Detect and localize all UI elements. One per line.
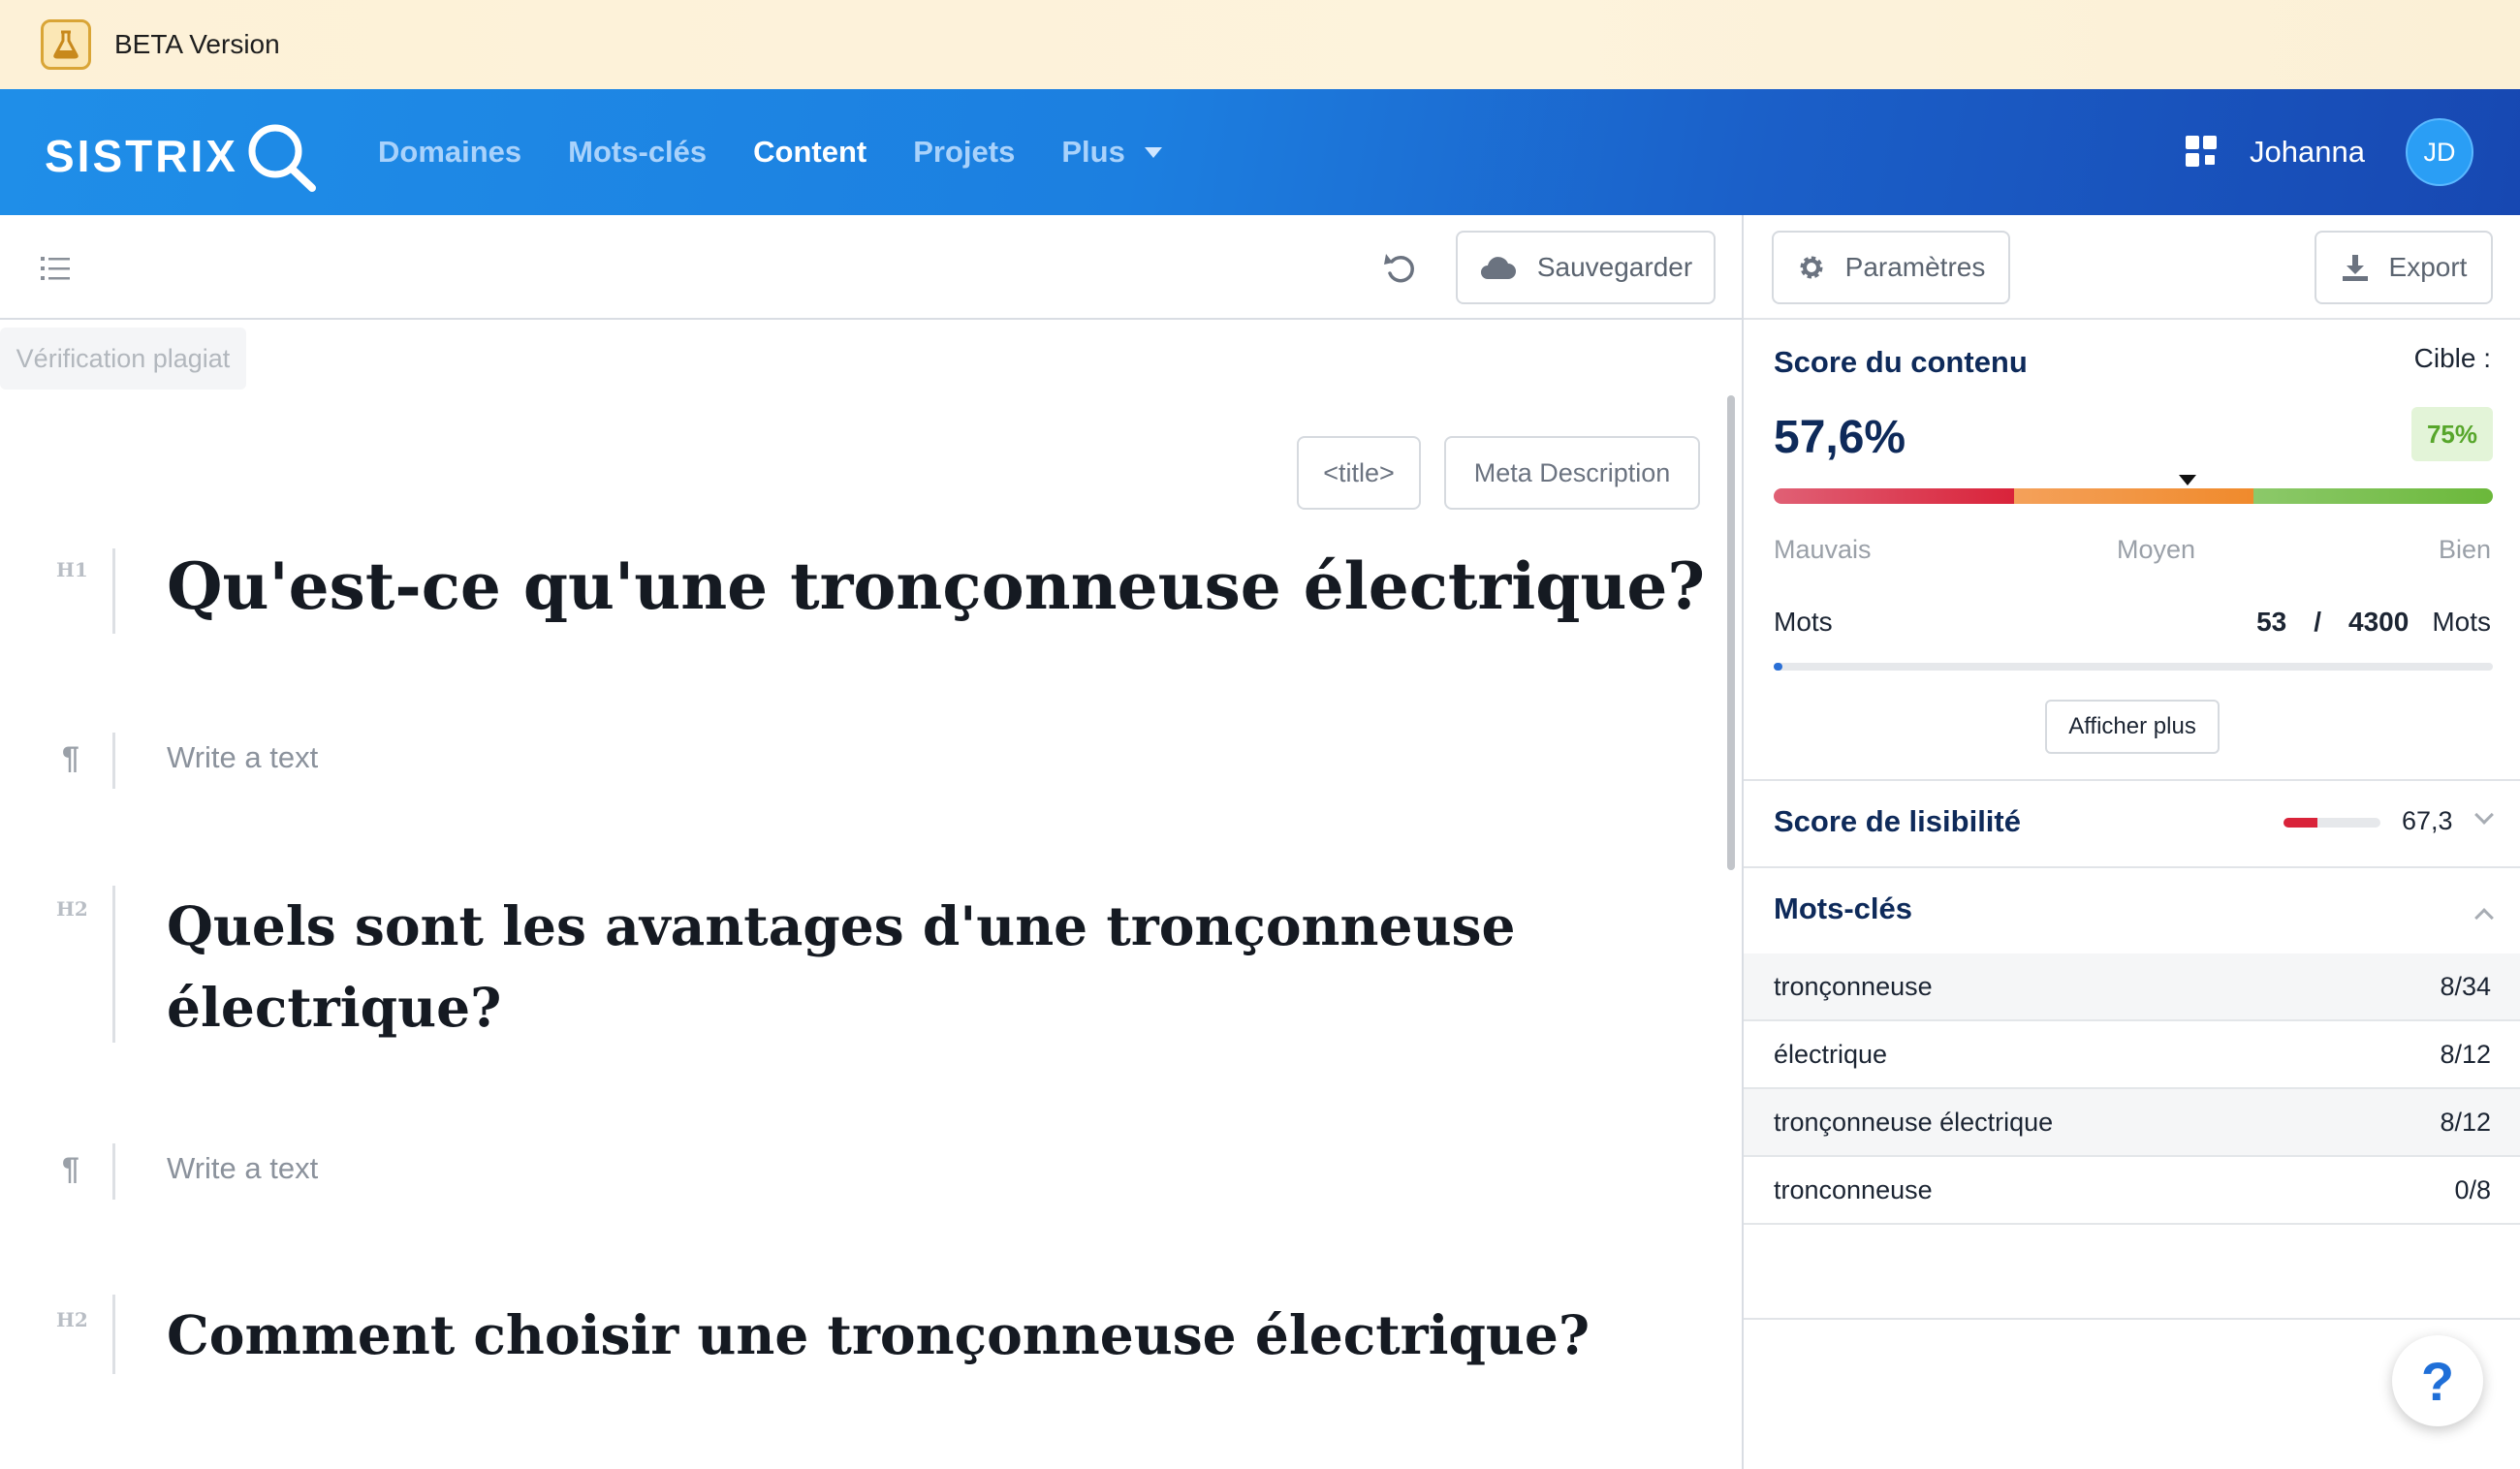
chevron-down-icon[interactable] <box>2474 805 2494 825</box>
user-name[interactable]: Johanna <box>2250 135 2365 170</box>
word-count: 53 / 4300 Mots <box>2256 607 2491 638</box>
plagiat-check-button[interactable]: Vérification plagiat <box>0 328 246 390</box>
nav-plus-label: Plus <box>1061 135 1125 169</box>
word-progress-bar <box>1774 663 2493 671</box>
h2-marker: H2 <box>56 1308 88 1331</box>
keyword-count: 8/34 <box>2440 971 2491 1001</box>
chevron-down-icon <box>1144 146 1162 158</box>
nav-domaines[interactable]: Domaines <box>378 135 521 170</box>
score-marker-icon <box>2179 475 2197 485</box>
separator <box>1744 866 2520 868</box>
help-button[interactable]: ? <box>2392 1335 2483 1426</box>
h2-marker: H2 <box>56 897 88 921</box>
paragraph-icon: ¶ <box>62 1151 79 1186</box>
separator <box>1744 318 2520 320</box>
keyword-count: 8/12 <box>2440 1107 2491 1137</box>
title-tag-button[interactable]: <title> <box>1297 436 1421 510</box>
content-score-title: Score du contenu <box>1774 345 2028 379</box>
panel-divider <box>1742 215 1744 1469</box>
avatar[interactable]: JD <box>2406 118 2473 186</box>
content-score-value: 57,6% <box>1774 412 1906 463</box>
keyword-count: 0/8 <box>2454 1174 2491 1204</box>
block-bar <box>112 1143 115 1200</box>
apps-grid-icon[interactable] <box>2186 136 2219 169</box>
outline-list-icon[interactable] <box>41 256 70 281</box>
target-label: Cible : <box>2413 343 2491 373</box>
score-segment-medium <box>2013 488 2253 504</box>
keyword-row[interactable]: tronçonneuse électrique 8/12 <box>1744 1089 2520 1157</box>
gear-icon <box>1800 256 1823 279</box>
readability-title[interactable]: Score de lisibilité <box>1774 804 2021 839</box>
target-badge[interactable]: 75% <box>2411 407 2493 461</box>
h2-heading-line: électrique? <box>167 976 502 1039</box>
keyword-row[interactable]: électrique 8/12 <box>1744 1021 2520 1089</box>
export-button[interactable]: Export <box>2315 231 2493 304</box>
word-count-label: Mots <box>1774 607 1833 637</box>
keyword-term: tronçonneuse <box>1774 971 1933 1001</box>
keyword-term: tronçonneuse électrique <box>1774 1107 2054 1137</box>
block-bar <box>112 548 115 634</box>
paragraph-placeholder[interactable]: Write a text <box>167 1151 318 1186</box>
keyword-row[interactable]: tronconneuse 0/8 <box>1744 1157 2520 1225</box>
nav-content[interactable]: Content <box>753 135 866 170</box>
content-score-bar <box>1774 488 2493 504</box>
keyword-count: 8/12 <box>2440 1039 2491 1069</box>
block-bar <box>112 733 115 789</box>
keyword-term: électrique <box>1774 1039 1888 1069</box>
cloud-icon <box>1480 257 1516 279</box>
readability-bar <box>2284 818 2380 828</box>
download-icon <box>2342 255 2368 281</box>
flask-icon <box>41 19 91 70</box>
scale-label-medium: Moyen <box>2117 535 2196 564</box>
nav-mots-cles[interactable]: Mots-clés <box>568 135 707 170</box>
sistrix-logo[interactable]: SISTRIX <box>45 118 320 194</box>
save-label: Sauvegarder <box>1536 252 1693 282</box>
keywords-title[interactable]: Mots-clés <box>1774 891 1912 926</box>
scale-label-bad: Mauvais <box>1774 535 1872 564</box>
magnifier-logo-icon <box>248 124 316 192</box>
settings-button[interactable]: Paramètres <box>1772 231 2010 304</box>
export-label: Export <box>2388 252 2468 282</box>
block-bar <box>112 886 115 1043</box>
word-count-separator: / <box>2314 607 2322 637</box>
readability-value: 67,3 <box>2402 806 2453 835</box>
block-bar <box>112 1295 115 1374</box>
score-segment-good <box>2252 488 2493 504</box>
settings-label: Paramètres <box>1844 252 1986 282</box>
nav-plus[interactable]: Plus <box>1061 135 1162 170</box>
h1-marker: H1 <box>56 558 88 581</box>
undo-icon[interactable] <box>1380 248 1419 287</box>
word-count-unit: Mots <box>2432 607 2491 637</box>
show-more-button[interactable]: Afficher plus <box>2045 700 2220 754</box>
editor-toolbar: Sauvegarder <box>0 215 1743 320</box>
paragraph-placeholder[interactable]: Write a text <box>167 740 318 775</box>
save-button[interactable]: Sauvegarder <box>1456 231 1716 304</box>
paragraph-icon: ¶ <box>62 740 79 775</box>
keyword-term: tronconneuse <box>1774 1174 1933 1204</box>
beta-label: BETA Version <box>114 29 280 59</box>
h1-heading[interactable]: Qu'est-ce qu'une tronçonneuse électrique… <box>167 548 1705 624</box>
score-segment-bad <box>1774 488 2014 504</box>
separator <box>1744 1318 2520 1320</box>
h2-heading[interactable]: Comment choisir une tronçonneuse électri… <box>167 1295 1590 1376</box>
scale-label-good: Bien <box>2438 535 2491 564</box>
keyword-row[interactable]: tronçonneuse 8/34 <box>1744 953 2520 1021</box>
nav-projets[interactable]: Projets <box>913 135 1015 170</box>
meta-description-button[interactable]: Meta Description <box>1444 436 1700 510</box>
top-navigation: SISTRIX Domaines Mots-clés Content Proje… <box>0 89 2520 215</box>
word-progress-fill <box>1774 663 1782 671</box>
separator <box>1744 779 2520 781</box>
word-count-target: 4300 <box>2348 607 2410 637</box>
h2-heading-line: Quels sont les avantages d'une tronçonne… <box>167 894 1516 957</box>
editor-scrollbar[interactable] <box>1727 395 1735 870</box>
word-count-current: 53 <box>2256 607 2287 637</box>
h2-heading[interactable]: Quels sont les avantages d'une tronçonne… <box>167 886 1515 1048</box>
beta-banner: BETA Version <box>0 0 2520 89</box>
chevron-up-icon[interactable] <box>2474 908 2494 927</box>
logo-text: SISTRIX <box>45 131 238 181</box>
readability-fill <box>2284 818 2317 828</box>
